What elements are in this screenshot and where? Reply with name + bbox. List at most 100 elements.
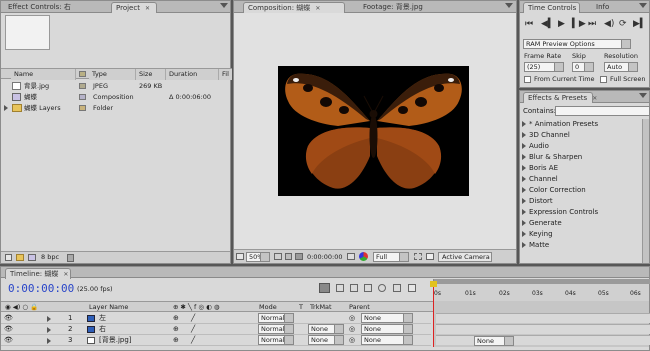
layer-name[interactable]: 右 bbox=[99, 324, 106, 335]
tab-effects-presets[interactable]: Effects & Presets ✕ bbox=[523, 92, 597, 103]
expand-arrow-icon[interactable] bbox=[522, 198, 526, 204]
loop-icon[interactable]: ⟳ bbox=[619, 20, 627, 29]
first-frame-icon[interactable]: ⏮ bbox=[525, 20, 533, 29]
layer-name[interactable]: 左 bbox=[99, 313, 106, 324]
resolution-select[interactable]: Auto bbox=[604, 62, 638, 72]
safe-margins-icon[interactable] bbox=[274, 253, 282, 260]
mode-select[interactable]: Normal bbox=[258, 335, 294, 345]
always-preview-icon[interactable] bbox=[236, 253, 244, 260]
effect-category[interactable]: Color Correction bbox=[522, 185, 586, 196]
timeline-timecode[interactable]: 0:00:00:00 bbox=[8, 282, 74, 295]
trkmat-select[interactable]: None bbox=[308, 335, 344, 345]
effect-category[interactable]: Channel bbox=[522, 174, 558, 185]
full-screen-checkbox[interactable] bbox=[600, 76, 607, 83]
current-time-indicator[interactable] bbox=[433, 281, 434, 347]
camera-icon[interactable] bbox=[295, 253, 303, 260]
snapshot-icon[interactable] bbox=[347, 253, 355, 260]
shy-switch-icon[interactable]: ⊕ bbox=[173, 324, 179, 335]
tab-time-controls[interactable]: Time Controls bbox=[523, 2, 580, 13]
project-item[interactable]: 蝴蝶 Composition Δ 0:00:06:00 bbox=[1, 92, 232, 102]
skip-select[interactable]: 0 bbox=[572, 62, 594, 72]
transparency-grid-icon[interactable] bbox=[426, 253, 434, 260]
parent-select[interactable]: None bbox=[361, 335, 413, 345]
col-type[interactable]: Type bbox=[89, 69, 136, 80]
eye-icon[interactable]: 👁 bbox=[4, 324, 13, 335]
layer-name[interactable]: [背景.jpg] bbox=[99, 335, 132, 346]
grid-icon[interactable] bbox=[285, 253, 292, 260]
layer-name-header[interactable]: Layer Name bbox=[89, 303, 128, 311]
mode-select[interactable]: Normal bbox=[258, 313, 294, 323]
quality-switch-icon[interactable]: ╱ bbox=[191, 324, 195, 335]
expand-arrow-icon[interactable] bbox=[522, 220, 526, 226]
show-channel-icon[interactable] bbox=[359, 252, 368, 261]
expand-arrow-icon[interactable] bbox=[522, 132, 526, 138]
panel-menu-icon[interactable] bbox=[639, 93, 647, 98]
close-icon[interactable]: ✕ bbox=[592, 95, 597, 102]
mode-select[interactable]: Normal bbox=[258, 324, 294, 334]
tab-info[interactable]: Info bbox=[592, 2, 613, 13]
time-indicator-head[interactable] bbox=[430, 281, 437, 287]
graph-editor-icon[interactable] bbox=[393, 284, 401, 292]
new-composition-icon[interactable] bbox=[28, 254, 36, 261]
effect-category[interactable]: Matte bbox=[522, 240, 549, 251]
expand-arrow-icon[interactable] bbox=[47, 327, 51, 333]
tab-footage[interactable]: Footage: 背景.jpg bbox=[359, 2, 427, 13]
close-icon[interactable]: ✕ bbox=[145, 5, 150, 12]
preview-options-select[interactable]: RAM Preview Options bbox=[523, 39, 631, 49]
motion-blur-icon[interactable] bbox=[378, 284, 386, 292]
col-size[interactable]: Size bbox=[136, 69, 166, 80]
project-item[interactable]: 背景.jpg JPEG 269 KB bbox=[1, 81, 232, 91]
brainstorm-icon[interactable] bbox=[408, 284, 416, 292]
effect-category[interactable]: * Animation Presets bbox=[522, 119, 598, 130]
frame-blending-icon[interactable] bbox=[364, 284, 372, 292]
t-header[interactable]: T bbox=[299, 303, 303, 311]
effect-category[interactable]: Expression Controls bbox=[522, 207, 598, 218]
composition-canvas[interactable] bbox=[278, 66, 469, 196]
expand-arrow-icon[interactable] bbox=[4, 105, 8, 111]
layer-row[interactable]: 👁 3 [背景.jpg] ⊕ ╱ Normal None ◎ None bbox=[1, 335, 431, 346]
parent-header[interactable]: Parent bbox=[349, 303, 370, 311]
live-update-icon[interactable] bbox=[319, 283, 330, 293]
layer-duration-bar[interactable] bbox=[436, 335, 650, 345]
layer-row[interactable]: 👁 1 左 ⊕ ╱ Normal ◎ None bbox=[1, 313, 431, 324]
quality-switch-icon[interactable]: ╱ bbox=[191, 313, 195, 324]
tab-project[interactable]: Project ✕ bbox=[111, 2, 157, 13]
parent-select[interactable]: None bbox=[361, 313, 413, 323]
expand-arrow-icon[interactable] bbox=[522, 121, 526, 127]
effects-scrollbar[interactable] bbox=[642, 119, 649, 263]
track-dropdown[interactable]: None bbox=[474, 336, 514, 346]
track-area[interactable]: None bbox=[433, 301, 650, 347]
mode-header[interactable]: Mode bbox=[259, 303, 277, 311]
previous-frame-icon[interactable]: ◀▍ bbox=[541, 20, 555, 29]
col-duration[interactable]: Duration bbox=[166, 69, 219, 80]
close-icon[interactable]: ✕ bbox=[63, 271, 68, 278]
layer-duration-bar[interactable] bbox=[436, 324, 650, 334]
panel-menu-icon[interactable] bbox=[639, 3, 647, 8]
label-icon[interactable] bbox=[79, 71, 86, 77]
shy-switch-icon[interactable]: ⊕ bbox=[173, 313, 179, 324]
close-icon[interactable]: ✕ bbox=[315, 5, 320, 12]
resolution-select[interactable]: Full bbox=[373, 252, 409, 262]
effect-category[interactable]: Keying bbox=[522, 229, 553, 240]
pickwhip-icon[interactable]: ◎ bbox=[349, 313, 355, 324]
audio-icon[interactable]: ◀) bbox=[604, 20, 614, 29]
expand-arrow-icon[interactable] bbox=[522, 242, 526, 248]
zoom-select[interactable]: 50% bbox=[246, 252, 270, 262]
work-area-bar[interactable] bbox=[434, 279, 650, 284]
tab-composition[interactable]: Composition: 蝴蝶 ✕ bbox=[243, 2, 345, 13]
play-icon[interactable]: ▶ bbox=[558, 20, 565, 29]
pickwhip-icon[interactable]: ◎ bbox=[349, 335, 355, 346]
last-frame-icon[interactable]: ⏭ bbox=[588, 20, 596, 29]
expand-arrow-icon[interactable] bbox=[522, 143, 526, 149]
pickwhip-icon[interactable]: ◎ bbox=[349, 324, 355, 335]
active-camera-select[interactable]: Active Camera bbox=[438, 252, 492, 262]
new-folder-icon[interactable] bbox=[16, 254, 24, 261]
expand-arrow-icon[interactable] bbox=[522, 209, 526, 215]
col-file[interactable]: Fil bbox=[219, 69, 232, 80]
effect-category[interactable]: Distort bbox=[522, 196, 553, 207]
effect-category[interactable]: Audio bbox=[522, 141, 549, 152]
eye-icon[interactable]: 👁 bbox=[4, 335, 13, 346]
from-current-time-checkbox[interactable] bbox=[524, 76, 531, 83]
expand-arrow-icon[interactable] bbox=[522, 154, 526, 160]
project-item[interactable]: 蝴蝶 Layers Folder bbox=[1, 103, 232, 113]
